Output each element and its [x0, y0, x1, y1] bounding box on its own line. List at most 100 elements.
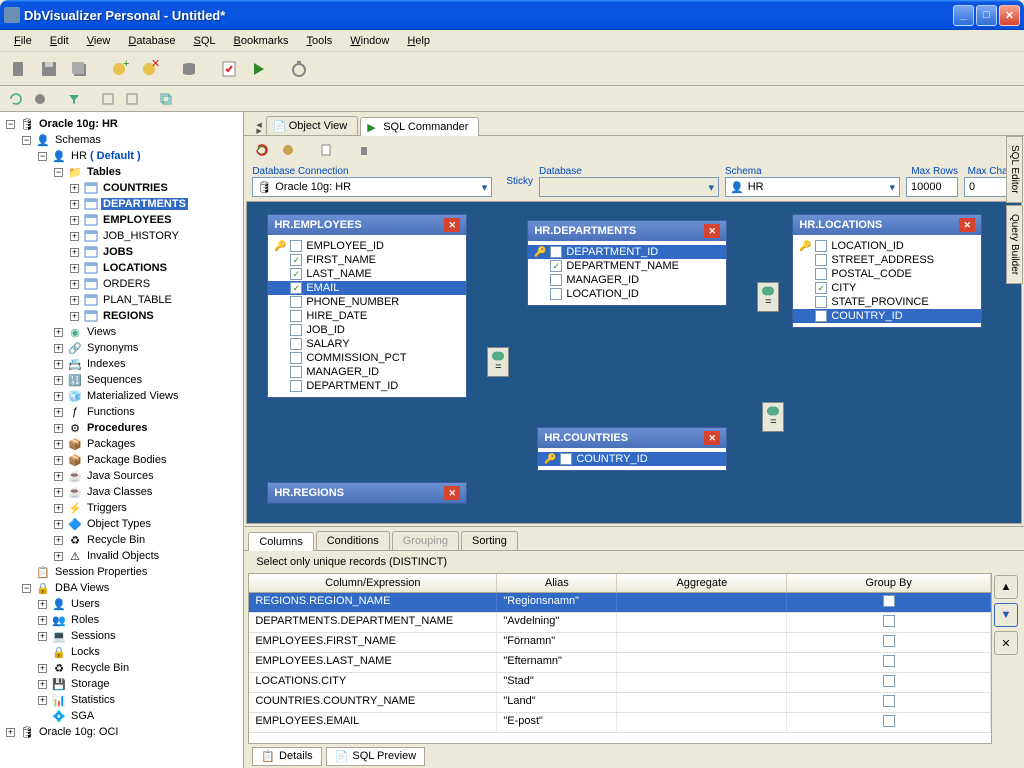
close-icon[interactable]: ✕ — [444, 486, 460, 500]
close-icon[interactable]: ✕ — [959, 218, 975, 232]
filter-button[interactable] — [64, 89, 84, 109]
column-row[interactable]: 🔑COUNTRY_ID — [538, 452, 726, 466]
minimize-button[interactable]: _ — [953, 5, 974, 26]
tree-synonyms[interactable]: +🔗Synonyms — [0, 340, 243, 356]
column-row[interactable]: POSTAL_CODE — [793, 267, 981, 281]
save-all-button[interactable] — [66, 56, 92, 82]
grid-row[interactable]: EMPLOYEES.LAST_NAME"Efternamn" — [249, 653, 991, 673]
column-row[interactable]: MANAGER_ID — [528, 273, 726, 287]
tree-views[interactable]: +◉Views — [0, 324, 243, 340]
collapse-button[interactable] — [98, 89, 118, 109]
grid-row[interactable]: LOCATIONS.CITY"Stad" — [249, 673, 991, 693]
menu-help[interactable]: Help — [399, 33, 438, 49]
column-row[interactable]: LOCATION_ID — [528, 287, 726, 301]
tree-invalid-objects[interactable]: +⚠Invalid Objects — [0, 548, 243, 564]
grid-header[interactable]: Aggregate — [617, 574, 787, 592]
column-row[interactable]: 🔑LOCATION_ID — [793, 239, 981, 253]
grid-header[interactable]: Column/Expression — [249, 574, 497, 592]
tree-triggers[interactable]: +⚡Triggers — [0, 500, 243, 516]
grid-row[interactable]: REGIONS.REGION_NAME"Regionsnamn" — [249, 593, 991, 613]
tree-object-types[interactable]: +🔷Object Types — [0, 516, 243, 532]
expand-button[interactable] — [122, 89, 142, 109]
join-icon[interactable]: = — [757, 282, 779, 312]
column-row[interactable]: MANAGER_ID — [268, 365, 466, 379]
tree-table-item[interactable]: +COUNTRIES — [0, 180, 243, 196]
maximize-button[interactable]: □ — [976, 5, 997, 26]
column-row[interactable]: STREET_ADDRESS — [793, 253, 981, 267]
grid-row[interactable]: EMPLOYEES.FIRST_NAME"Förnamn" — [249, 633, 991, 653]
column-row[interactable]: COMMISSION_PCT — [268, 351, 466, 365]
tree-recycle-bin[interactable]: +♻Recycle Bin — [0, 532, 243, 548]
menu-tools[interactable]: Tools — [299, 33, 341, 49]
tree-package-bodies[interactable]: +📦Package Bodies — [0, 452, 243, 468]
grid-row[interactable]: COUNTRIES.COUNTRY_NAME"Land" — [249, 693, 991, 713]
move-up-button[interactable]: ▲ — [994, 575, 1018, 599]
new-button[interactable] — [6, 56, 32, 82]
tree-java-sources[interactable]: +☕Java Sources — [0, 468, 243, 484]
join-icon[interactable]: = — [487, 347, 509, 377]
tree-schemas[interactable]: −👤Schemas — [0, 132, 243, 148]
column-row[interactable]: ✓FIRST_NAME — [268, 253, 466, 267]
stopwatch-button[interactable] — [286, 56, 312, 82]
panel-sql-editor[interactable]: SQL Editor — [1006, 136, 1023, 203]
table-departments[interactable]: HR.DEPARTMENTS✕ 🔑DEPARTMENT_ID✓DEPARTMEN… — [527, 220, 727, 306]
tree-oci[interactable]: +🛢Oracle 10g: OCI — [0, 724, 243, 740]
columns-grid[interactable]: Column/Expression Alias Aggregate Group … — [248, 573, 992, 744]
tree-java-classes[interactable]: +☕Java Classes — [0, 484, 243, 500]
tree-table-item[interactable]: +EMPLOYEES — [0, 212, 243, 228]
column-row[interactable]: SALARY — [268, 337, 466, 351]
tree-mat-views[interactable]: +🧊Materialized Views — [0, 388, 243, 404]
tree-sequences[interactable]: +🔢Sequences — [0, 372, 243, 388]
column-row[interactable]: ✓LAST_NAME — [268, 267, 466, 281]
menu-window[interactable]: Window — [342, 33, 397, 49]
reload-button[interactable] — [252, 140, 272, 160]
move-down-button[interactable]: ▼ — [994, 603, 1018, 627]
commit-button[interactable] — [278, 140, 298, 160]
close-icon[interactable]: ✕ — [444, 218, 460, 232]
remove-button[interactable]: ✕ — [994, 631, 1018, 655]
column-row[interactable]: 🔑DEPARTMENT_ID — [528, 245, 726, 259]
tab-object-view[interactable]: 📄Object View — [266, 116, 359, 135]
tree-functions[interactable]: +ƒFunctions — [0, 404, 243, 420]
menu-database[interactable]: Database — [120, 33, 183, 49]
close-button[interactable]: ✕ — [999, 5, 1020, 26]
column-row[interactable]: DEPARTMENT_ID — [268, 379, 466, 393]
tree-packages[interactable]: +📦Packages — [0, 436, 243, 452]
menu-edit[interactable]: Edit — [42, 33, 77, 49]
db-conn-select[interactable]: 🛢Oracle 10g: HR▾ — [252, 177, 492, 197]
tab-conditions[interactable]: Conditions — [316, 531, 390, 550]
tree-table-item[interactable]: +DEPARTMENTS — [0, 196, 243, 212]
tree-table-item[interactable]: +LOCATIONS — [0, 260, 243, 276]
menu-view[interactable]: View — [79, 33, 119, 49]
tree-tables[interactable]: −📁Tables — [0, 164, 243, 180]
menu-file[interactable]: File — [6, 33, 40, 49]
disconnect-button[interactable]: ✕ — [136, 56, 162, 82]
close-icon[interactable]: ✕ — [704, 431, 720, 445]
tree-table-item[interactable]: +REGIONS — [0, 308, 243, 324]
connect-button[interactable]: + — [106, 56, 132, 82]
tab-sql-preview[interactable]: 📄SQL Preview — [326, 747, 426, 766]
tab-sql-commander[interactable]: ▶SQL Commander — [360, 117, 479, 136]
tree-table-item[interactable]: +PLAN_TABLE — [0, 292, 243, 308]
column-row[interactable]: STATE_PROVINCE — [793, 295, 981, 309]
column-row[interactable]: ✓EMAIL — [268, 281, 466, 295]
column-row[interactable]: PHONE_NUMBER — [268, 295, 466, 309]
tree-root[interactable]: −🛢Oracle 10g: HR — [0, 116, 243, 132]
column-row[interactable]: COUNTRY_ID — [793, 309, 981, 323]
tab-columns[interactable]: Columns — [248, 532, 313, 551]
tab-sorting[interactable]: Sorting — [461, 531, 518, 550]
tree-sga[interactable]: 💠SGA — [0, 708, 243, 724]
query-diagram[interactable]: HR.EMPLOYEES✕ 🔑EMPLOYEE_ID✓FIRST_NAME✓LA… — [246, 201, 1022, 524]
tree-roles[interactable]: +👥Roles — [0, 612, 243, 628]
copy-button[interactable] — [156, 89, 176, 109]
grid-row[interactable]: DEPARTMENTS.DEPARTMENT_NAME"Avdelning" — [249, 613, 991, 633]
refresh-tree-button[interactable] — [6, 89, 26, 109]
column-row[interactable]: HIRE_DATE — [268, 309, 466, 323]
table-employees[interactable]: HR.EMPLOYEES✕ 🔑EMPLOYEE_ID✓FIRST_NAME✓LA… — [267, 214, 467, 398]
tree-indexes[interactable]: +📇Indexes — [0, 356, 243, 372]
column-row[interactable]: ✓DEPARTMENT_NAME — [528, 259, 726, 273]
tree-table-item[interactable]: +JOB_HISTORY — [0, 228, 243, 244]
run-button[interactable] — [246, 56, 272, 82]
table-countries[interactable]: HR.COUNTRIES✕ 🔑COUNTRY_ID — [537, 427, 727, 471]
tree-recycle-bin2[interactable]: +♻Recycle Bin — [0, 660, 243, 676]
